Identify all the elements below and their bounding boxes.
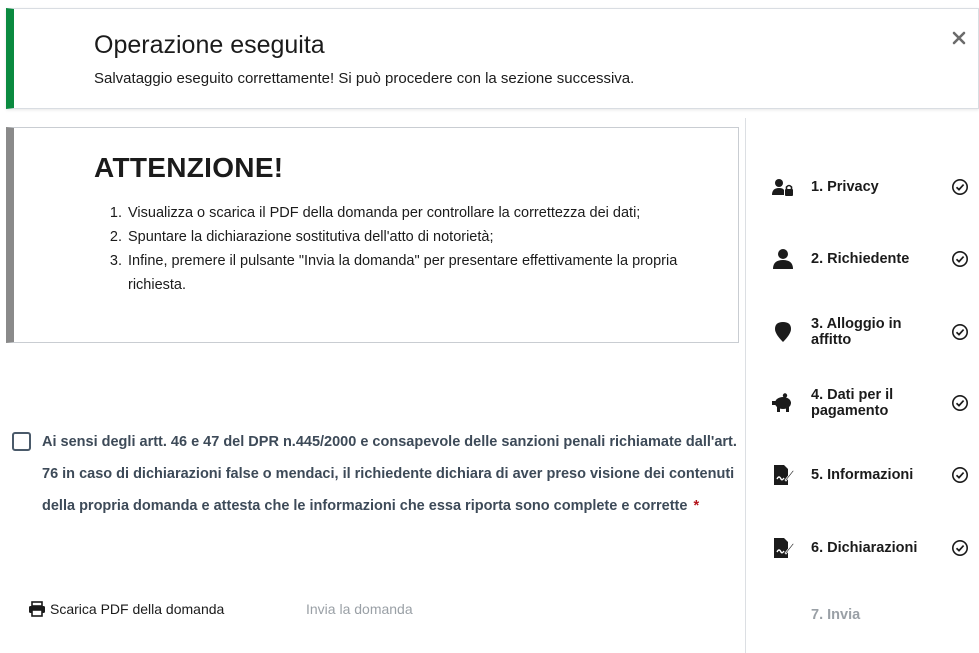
- step-label: 6. Dichiarazioni: [811, 540, 918, 556]
- step-label: 3. Alloggio in affitto: [811, 316, 902, 348]
- success-alert: Operazione eseguita Salvataggio eseguito…: [6, 8, 979, 109]
- step-label: 4. Dati per il pagamento: [811, 387, 894, 419]
- send-application-button[interactable]: Invia la domanda: [306, 598, 413, 620]
- check-circle-icon: [952, 395, 968, 411]
- alert-message: Salvataggio eseguito correttamente! Si p…: [94, 70, 635, 87]
- piggy-bank-icon: [772, 393, 791, 412]
- step-privacy[interactable]: 1. Privacy: [746, 176, 979, 198]
- instruction-item: Visualizza o scarica il PDF della domand…: [126, 201, 726, 225]
- check-circle-icon: [952, 467, 968, 483]
- user-icon: [773, 249, 793, 269]
- check-circle-icon: [952, 324, 968, 340]
- instruction-item: Infine, premere il pulsante "Invia la do…: [126, 249, 726, 297]
- download-pdf-label: Scarica PDF della domanda: [50, 601, 225, 617]
- user-lock-icon: [772, 179, 793, 196]
- instruction-list: Visualizza o scarica il PDF della domand…: [106, 201, 726, 297]
- step-label: 5. Informazioni: [811, 467, 914, 483]
- check-circle-icon: [952, 251, 968, 267]
- required-marker: *: [693, 498, 700, 514]
- warning-box: ATTENZIONE! Visualizza o scarica il PDF …: [6, 127, 739, 343]
- close-icon[interactable]: [950, 29, 968, 47]
- step-dichiarazioni[interactable]: 6. Dichiarazioni: [746, 537, 979, 559]
- step-label: 2. Richiedente: [811, 251, 910, 267]
- map-marker-icon: [775, 322, 791, 342]
- download-pdf-button[interactable]: Scarica PDF della domanda: [28, 598, 224, 620]
- step-label: 1. Privacy: [811, 179, 879, 195]
- check-circle-icon: [952, 540, 968, 556]
- declaration-text: Ai sensi degli artt. 46 e 47 del DPR n.4…: [42, 434, 737, 514]
- step-richiedente[interactable]: 2. Richiedente: [746, 248, 979, 270]
- warning-title: ATTENZIONE!: [94, 152, 284, 183]
- declaration-label[interactable]: Ai sensi degli artt. 46 e 47 del DPR n.4…: [42, 426, 742, 522]
- file-signature-icon: [774, 465, 794, 485]
- stepper: 1. Privacy 2. Richiedente 3. Alloggio in…: [746, 118, 979, 653]
- step-informazioni[interactable]: 5. Informazioni: [746, 464, 979, 486]
- file-signature-icon: [774, 538, 794, 558]
- alert-title: Operazione eseguita: [94, 31, 325, 59]
- check-circle-icon: [952, 179, 968, 195]
- step-alloggio[interactable]: 3. Alloggio in affitto: [746, 314, 979, 350]
- step-label: 7. Invia: [811, 607, 861, 623]
- step-pagamento[interactable]: 4. Dati per il pagamento: [746, 385, 979, 421]
- printer-icon: [29, 601, 45, 617]
- declaration-checkbox[interactable]: [12, 432, 31, 451]
- step-invia[interactable]: 7. Invia: [746, 604, 979, 626]
- instruction-item: Spuntare la dichiarazione sostitutiva de…: [126, 225, 726, 249]
